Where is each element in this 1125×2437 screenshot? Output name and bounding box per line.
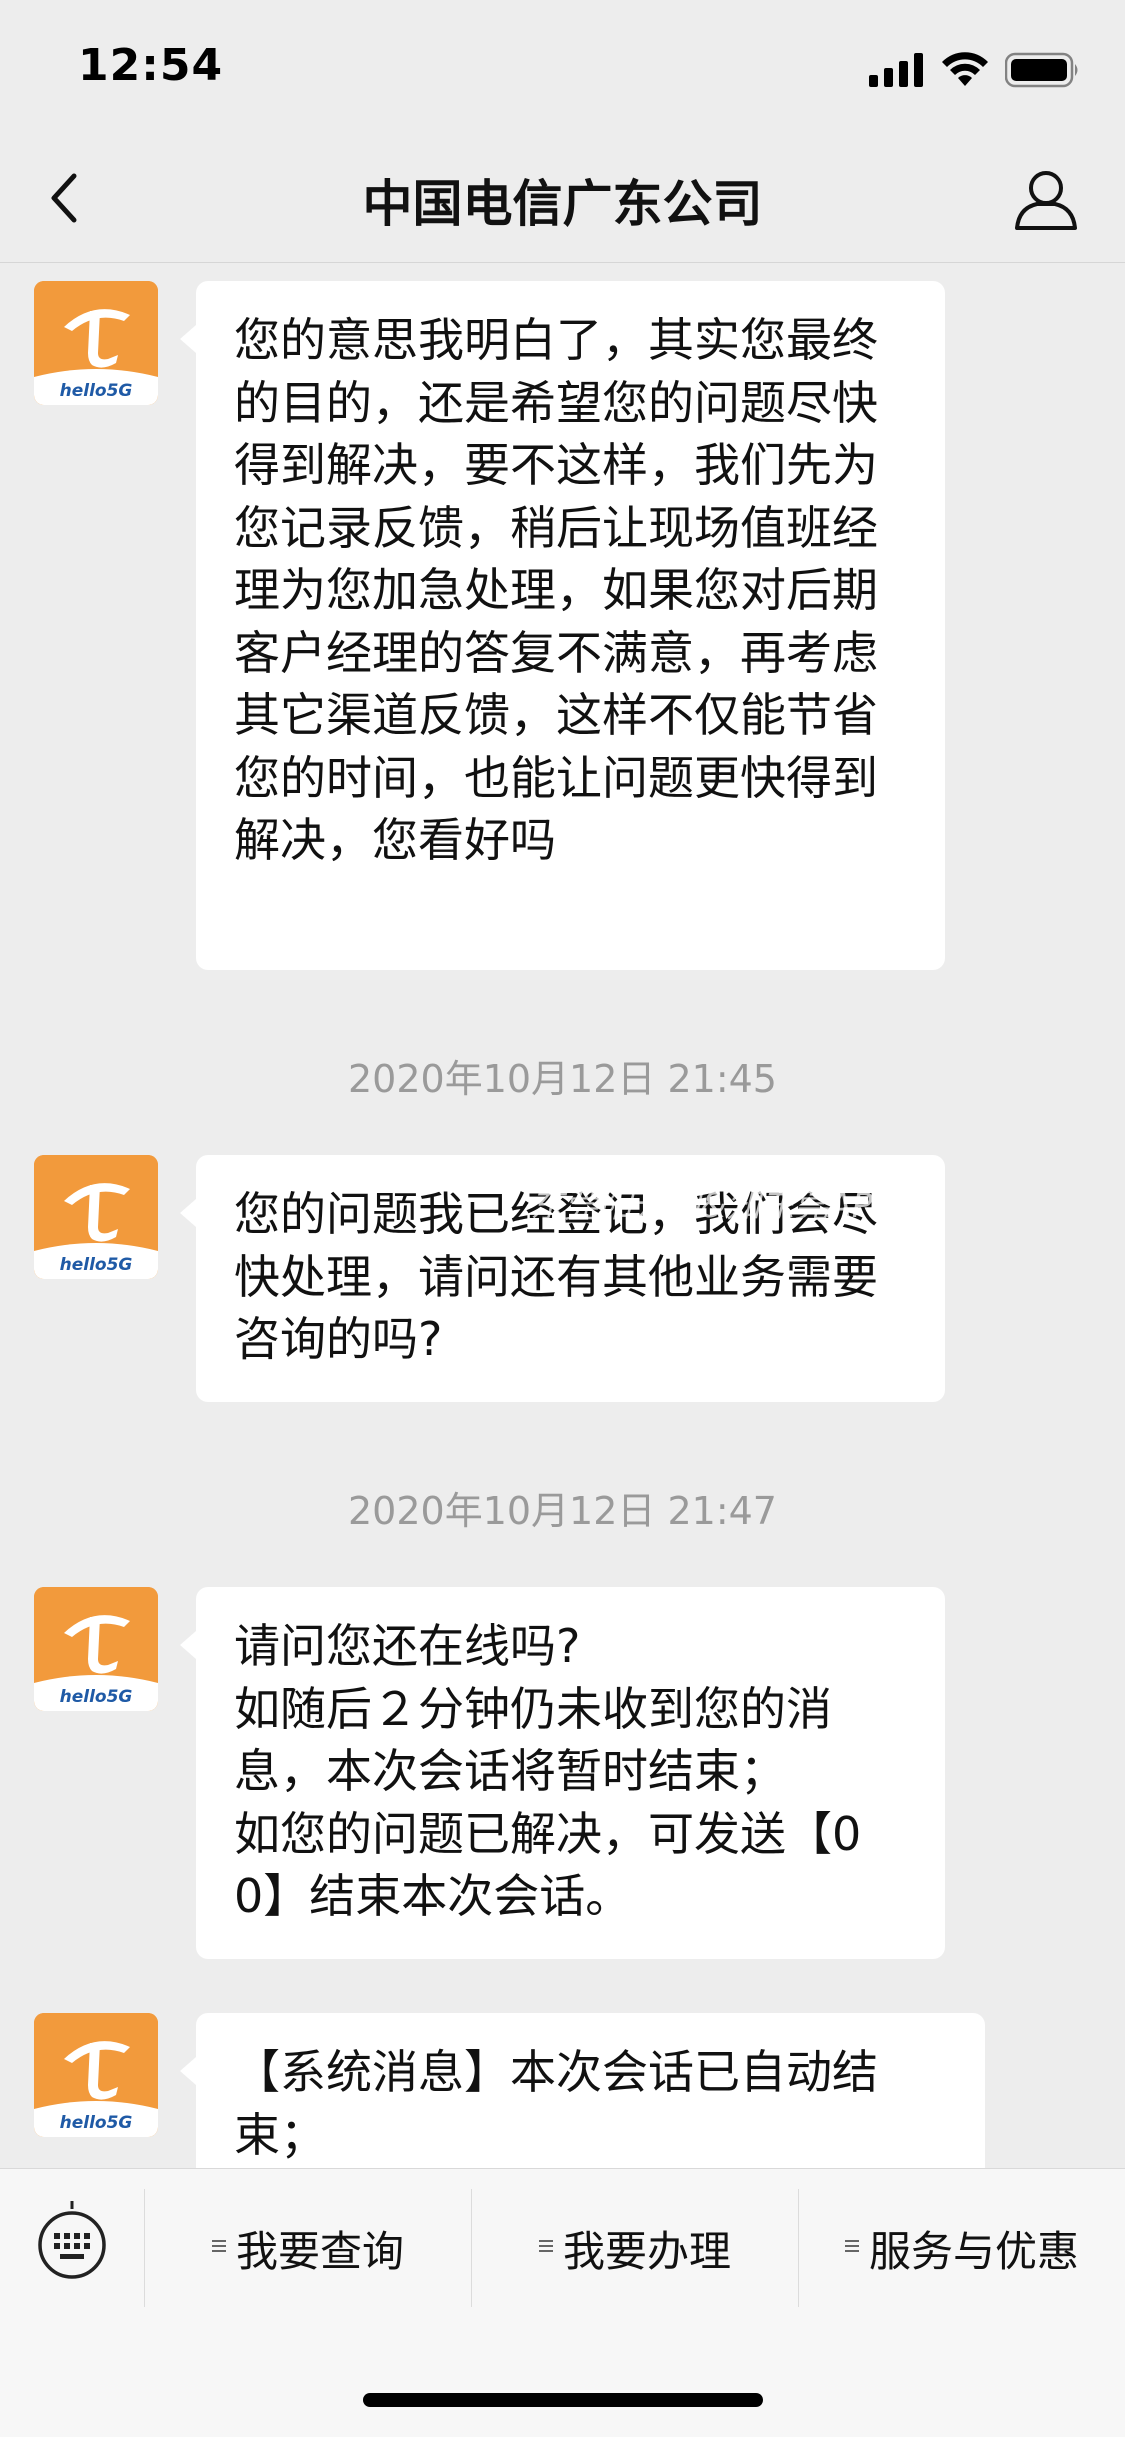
menu-item-handle[interactable]: 我要办理 bbox=[472, 2189, 798, 2307]
telecom-avatar[interactable]: hello5G bbox=[34, 1155, 158, 1279]
china-telecom-logo-icon: hello5G bbox=[34, 281, 158, 405]
cellular-signal-icon bbox=[869, 53, 925, 91]
page-title: 中国电信广东公司 bbox=[362, 175, 763, 233]
message-bubble[interactable]: 您的意思我明白了，其实您最终的目的，还是希望您的问题尽快得到解决，要不这样，我们… bbox=[180, 281, 945, 970]
telecom-avatar[interactable]: hello5G bbox=[34, 1587, 158, 1711]
profile-button[interactable] bbox=[1011, 164, 1081, 234]
telecom-avatar[interactable]: hello5G bbox=[34, 281, 158, 405]
telecom-avatar[interactable]: hello5G bbox=[34, 2013, 158, 2137]
message-timestamp: 2020年10月12日 21:45 bbox=[347, 1057, 777, 1101]
menu-item-services[interactable]: 服务与优惠 bbox=[799, 2189, 1125, 2307]
message-timestamp: 2020年10月12日 21:47 bbox=[347, 1489, 777, 1533]
menu-lines-icon bbox=[538, 2237, 553, 2255]
status-bar: 12:54 bbox=[0, 0, 1125, 132]
chat-area[interactable]: hello5G 您的意思我明白了，其实您最终的目的，还是希望您的问题尽快得到解决… bbox=[0, 263, 1125, 2168]
nav-bar: 中国电信广东公司 bbox=[0, 132, 1125, 263]
china-telecom-logo-icon: hello5G bbox=[34, 2013, 158, 2137]
menu-lines-icon bbox=[211, 2237, 226, 2255]
status-icons bbox=[869, 52, 1081, 92]
svg-text:hello5G: hello5G bbox=[60, 1255, 133, 1275]
keyboard-toggle-button[interactable] bbox=[30, 2199, 114, 2283]
message-bubble[interactable]: 【系统消息】本次会话已自动结束； bbox=[180, 2013, 985, 2168]
message-bubble[interactable]: 您的问题我已经登记，我们会尽快处理，请问还有其他业务需要咨询的吗? bbox=[180, 1155, 945, 1402]
svg-text:hello5G: hello5G bbox=[60, 2113, 133, 2133]
message-bubble[interactable]: 请问您还在线吗? 如随后２分钟仍未收到您的消息，本次会话将暂时结束； 如您的问题… bbox=[180, 1587, 945, 1959]
svg-text:hello5G: hello5G bbox=[60, 1687, 133, 1707]
svg-text:hello5G: hello5G bbox=[60, 381, 133, 401]
menu-item-label: 我要查询 bbox=[235, 2226, 404, 2276]
china-telecom-logo-icon: hello5G bbox=[34, 1155, 158, 1279]
keyboard-icon bbox=[38, 2201, 106, 2279]
home-indicator[interactable] bbox=[363, 2393, 763, 2407]
china-telecom-logo-icon: hello5G bbox=[34, 1587, 158, 1711]
battery-icon bbox=[1004, 52, 1081, 92]
user-icon bbox=[1015, 171, 1077, 230]
status-time: 12:54 bbox=[78, 40, 224, 91]
menu-item-label: 我要办理 bbox=[562, 2226, 731, 2276]
menu-item-label: 服务与优惠 bbox=[868, 2226, 1079, 2276]
menu-lines-icon bbox=[844, 2237, 859, 2255]
wifi-icon bbox=[941, 52, 989, 92]
menu-item-query[interactable]: 我要查询 bbox=[145, 2189, 471, 2307]
